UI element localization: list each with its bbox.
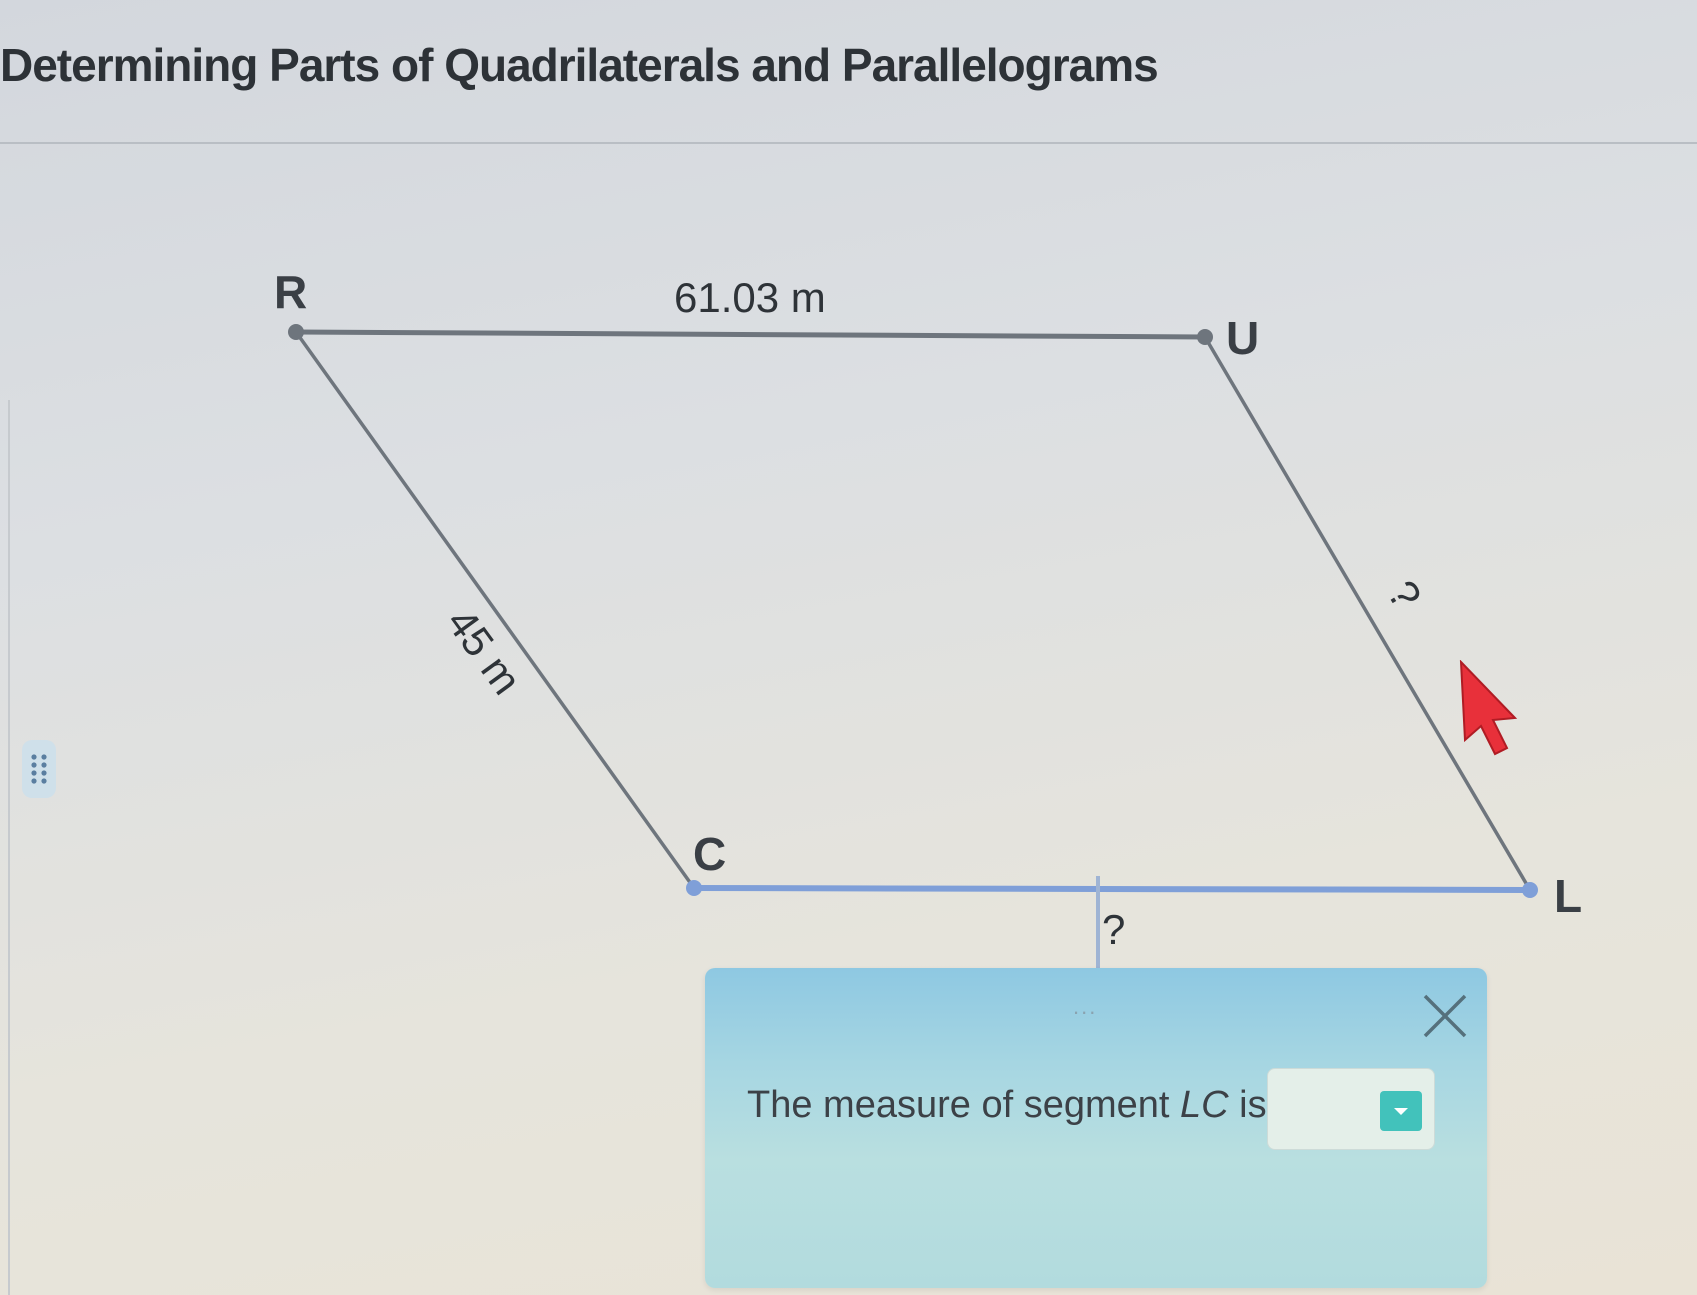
vertex-point-R[interactable] [288, 324, 304, 340]
prompt-text: The measure of segment LC is: [747, 1084, 1277, 1127]
vertex-label-R: R [274, 266, 307, 318]
mouse-cursor-icon [1459, 660, 1518, 756]
vertex-point-C[interactable] [686, 880, 702, 896]
edge-UL [1203, 336, 1532, 891]
dropdown-arrow-button[interactable] [1380, 1091, 1422, 1131]
vertex-point-L[interactable] [1522, 882, 1538, 898]
dialog-grip[interactable]: ... [1073, 994, 1097, 1020]
prompt-segment: LC [1180, 1084, 1229, 1126]
vertex-label-C: C [693, 828, 726, 880]
edge-RU [295, 329, 1206, 340]
chevron-down-icon [1394, 1108, 1408, 1115]
edge-RC [294, 330, 696, 890]
vertex-point-U[interactable] [1197, 329, 1213, 345]
prompt-before: The measure of segment [747, 1084, 1180, 1126]
answer-dropdown[interactable] [1267, 1068, 1435, 1150]
measure-label-CL: ? [1102, 906, 1125, 953]
vertex-label-U: U [1226, 312, 1259, 364]
close-button[interactable] [1417, 988, 1473, 1044]
measure-label-RU: 61.03 m [674, 274, 826, 321]
close-icon [1423, 994, 1467, 1038]
measure-label-UL: ? [1378, 572, 1430, 616]
vertex-label-L: L [1554, 870, 1582, 922]
answer-dialog: ... The measure of segment LC is: [705, 968, 1487, 1288]
measure-label-RC: 45 m [438, 600, 531, 703]
edge-CL [693, 885, 1531, 893]
